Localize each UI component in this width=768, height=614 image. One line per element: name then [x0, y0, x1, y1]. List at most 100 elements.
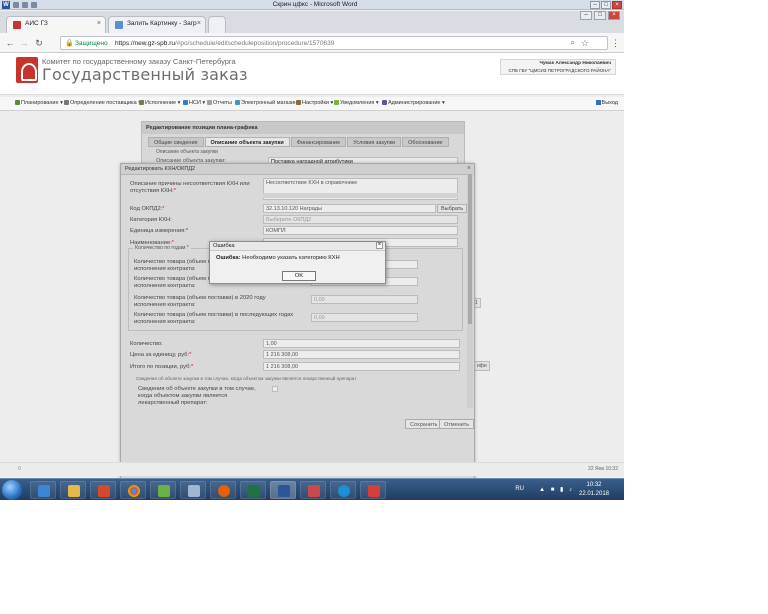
reason-scrollbar[interactable]	[263, 193, 458, 198]
menu-settings[interactable]: Настройки ▾	[296, 100, 333, 106]
taskbar-app-3[interactable]	[300, 481, 326, 499]
taskbar-folder[interactable]	[60, 481, 86, 499]
explorer-icon	[38, 485, 50, 497]
browser-maximize-button[interactable]: □	[594, 11, 606, 20]
tab-conditions[interactable]: Условия закупки	[347, 137, 402, 147]
back-icon[interactable]: ←	[4, 37, 16, 49]
panel-title: Редактирование позиции плана-графика	[142, 122, 464, 134]
language-indicator[interactable]: RU	[515, 486, 524, 492]
tab-finance[interactable]: Финансирование	[290, 137, 347, 147]
minimize-button[interactable]: –	[590, 1, 600, 9]
clock-time[interactable]: 10:32	[576, 482, 612, 488]
site-header: Комитет по государственному заказу Санкт…	[0, 53, 624, 95]
okpd-input[interactable]: 32.13.10.120 Награды	[263, 204, 436, 213]
execution-icon	[139, 100, 144, 105]
tab-close-icon[interactable]: ×	[197, 20, 201, 27]
menu-execution[interactable]: Исполнение ▾	[139, 100, 180, 106]
taskbar-chrome[interactable]	[120, 481, 146, 499]
drug-checkbox[interactable]	[272, 386, 278, 392]
taskbar-app-2[interactable]	[180, 481, 206, 499]
taskbar-ie-shortcut[interactable]	[30, 481, 56, 499]
right-stub-2[interactable]: ифи	[474, 361, 490, 371]
chrome-icon	[128, 485, 140, 497]
taskbar-app-4[interactable]	[360, 481, 386, 499]
browser-minimize-button[interactable]: –	[580, 11, 592, 20]
tab-ais-gz[interactable]: АИС ГЗ ×	[6, 16, 106, 33]
tab-general[interactable]: Общие сведения	[148, 137, 204, 147]
bookmark-star-icon[interactable]: ☆	[581, 38, 589, 49]
word-icon: W	[2, 1, 10, 9]
taskbar-excel[interactable]	[240, 481, 266, 499]
save-button[interactable]: Сохранить	[405, 419, 443, 429]
folder-icon	[68, 485, 80, 497]
menu-admin[interactable]: Администрирование ▾	[382, 100, 445, 106]
quantity-input[interactable]: 1,00	[263, 339, 460, 348]
forward-icon[interactable]: →	[18, 37, 30, 49]
qty-later-input[interactable]: 0,00	[311, 313, 418, 322]
secure-label: Защищено	[75, 40, 108, 47]
menu-planning[interactable]: Планирование ▾	[15, 100, 63, 106]
error-title: Ошибка	[210, 242, 385, 251]
browser-menu-icon[interactable]: ⋮	[611, 38, 620, 49]
browser-close-button[interactable]: ×	[608, 11, 620, 20]
taskbar-media[interactable]	[90, 481, 116, 499]
excel-icon	[248, 485, 260, 497]
tab-object[interactable]: Описание объекта закупки	[204, 137, 290, 147]
taskbar-ie[interactable]	[330, 481, 356, 499]
taskbar-app-1[interactable]	[150, 481, 176, 499]
menu-eshop[interactable]: Электронный магазин	[235, 100, 297, 106]
taskbar-word[interactable]	[270, 481, 296, 499]
main-menu: Планирование ▾ Определение поставщика ▾ …	[0, 97, 624, 111]
error-close-icon[interactable]: ×	[376, 242, 383, 249]
tab-justification[interactable]: Обоснование	[402, 137, 449, 147]
taskbar-firefox[interactable]	[210, 481, 236, 499]
menu-reports[interactable]: Отчеты	[207, 100, 232, 106]
browser-tabbar: АИС ГЗ × Залить Картинку - Загр × – □ ×	[0, 11, 624, 33]
zoom-icon[interactable]: ⌕	[571, 38, 575, 48]
spb-emblem-icon	[16, 57, 38, 83]
menu-notifications[interactable]: Уведомления ▾	[334, 100, 379, 106]
user-box[interactable]: Чумак Александр Николаевич СПБ ГБУ "ЦМСИ…	[500, 59, 616, 75]
page-statusbar: 0 22 Янв 10:32	[0, 462, 624, 476]
planning-icon	[15, 100, 20, 105]
clock-date[interactable]: 22.01.2018	[576, 491, 612, 497]
category-select[interactable]: Выберите ОКПД2	[263, 215, 458, 224]
qty-2020-input[interactable]: 0,00	[311, 295, 418, 304]
menu-nsi[interactable]: НСИ ▾	[183, 100, 205, 106]
web-page: Комитет по государственному заказу Санкт…	[0, 53, 624, 485]
close-button[interactable]: ×	[612, 1, 622, 9]
dialog-scrollbar[interactable]	[467, 172, 473, 408]
price-input[interactable]: 1 216 308,00	[263, 350, 460, 359]
ok-button[interactable]: OK	[282, 271, 316, 281]
start-button-icon[interactable]	[2, 480, 22, 500]
address-bar[interactable]: 🔒 Защищено https://new.gz-spb.ru/#po/sch…	[60, 36, 608, 50]
unit-input[interactable]: КОМПЛ	[263, 226, 458, 235]
quantity-label: Количество:	[130, 341, 163, 347]
section-title: Описание объекта закупки	[156, 149, 218, 155]
qty-later-label: Количество товара (объем поставки) в пос…	[134, 312, 294, 325]
reload-icon[interactable]: ↻	[33, 37, 45, 49]
tab-upload-image[interactable]: Залить Картинку - Загр ×	[108, 16, 206, 33]
tab-close-icon[interactable]: ×	[97, 20, 101, 27]
ie-icon	[338, 485, 350, 497]
menu-supplier[interactable]: Определение поставщика ▾	[64, 100, 141, 106]
tab-label: Залить Картинку - Загр	[127, 20, 197, 27]
tray-icons[interactable]: ▲ ■ ▮ ♪	[539, 486, 574, 493]
word-icon	[278, 485, 290, 497]
reason-label: Описание причины несоответствия КХН или …	[130, 181, 250, 194]
url-text[interactable]: https://new.gz-spb.ru/#po/schedule/edits…	[115, 40, 334, 47]
exit-link[interactable]: Выход	[595, 100, 618, 106]
browser-window-controls: – □ ×	[580, 11, 620, 20]
dialog-close-icon[interactable]: ×	[467, 165, 471, 172]
save-icon[interactable]	[13, 2, 19, 8]
new-tab-button[interactable]	[208, 16, 226, 33]
cancel-button[interactable]: Отменить	[439, 419, 475, 429]
choose-okpd-button[interactable]: Выбрать	[437, 204, 468, 213]
price-label: Цена за единицу, руб:*	[130, 352, 192, 358]
total-input[interactable]: 1 216 308,00	[263, 362, 460, 371]
undo-icon[interactable]	[22, 2, 28, 8]
app-icon	[368, 485, 380, 497]
maximize-button[interactable]: □	[601, 1, 611, 9]
redo-icon[interactable]	[31, 2, 37, 8]
error-message-bold: Ошибка:	[216, 255, 241, 261]
